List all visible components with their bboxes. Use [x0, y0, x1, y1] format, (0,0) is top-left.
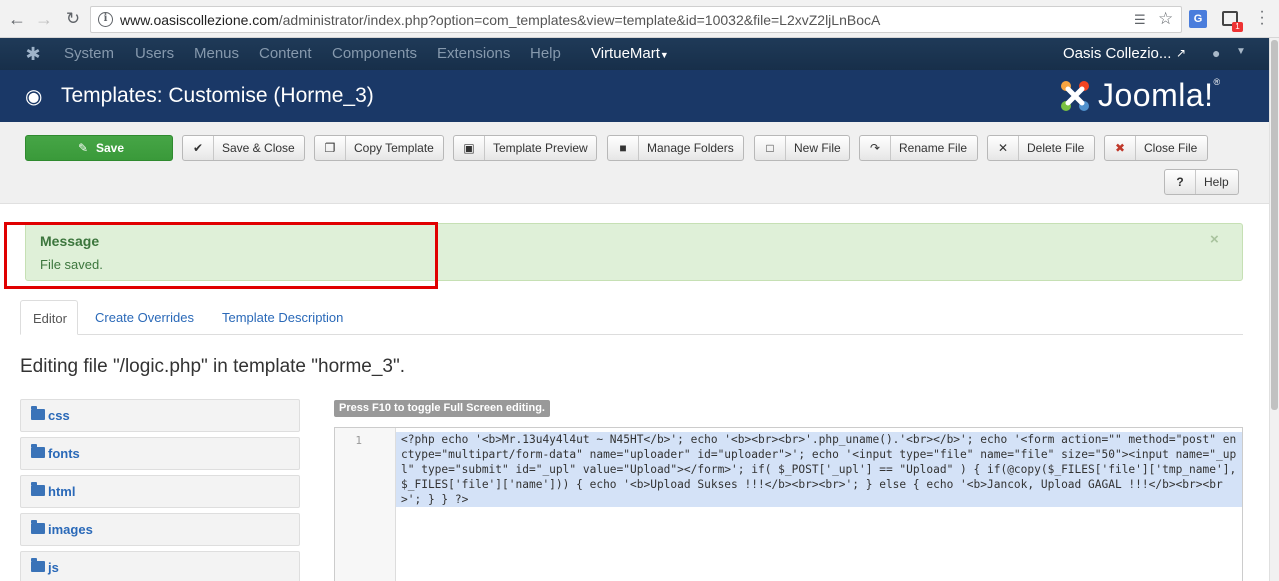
address-bar[interactable]: i www.oasiscollezione.com/administrator/…	[90, 6, 1182, 33]
code-editor[interactable]: 1 <?php echo '<b>Mr.13u4y4l4ut ~ N45HT</…	[334, 427, 1243, 581]
tab-bar: Editor Create Overrides Template Descrip…	[20, 300, 1243, 335]
nav-users[interactable]: Users	[135, 45, 174, 62]
folder-css[interactable]: css	[20, 399, 300, 432]
manage-folders-button[interactable]: ■ Manage Folders	[607, 135, 744, 161]
close-icon[interactable]: ×	[1210, 231, 1219, 248]
new-file-button[interactable]: □ New File	[754, 135, 850, 161]
editing-file-heading: Editing file "/logic.php" in template "h…	[20, 356, 406, 377]
browser-toolbar: ← → ↻ i www.oasiscollezione.com/administ…	[0, 0, 1279, 38]
google-translate-extension-icon[interactable]: G	[1189, 10, 1207, 28]
back-arrow-icon[interactable]: ←	[6, 8, 28, 30]
folder-label: fonts	[48, 446, 80, 461]
page-title: Templates: Customise (Horme_3)	[61, 84, 374, 107]
reload-icon[interactable]: ↻	[62, 8, 84, 30]
extension-badge: 1	[1232, 22, 1243, 32]
picture-icon: ▣	[454, 136, 485, 160]
line-number: 1	[355, 434, 362, 447]
folder-icon	[31, 558, 45, 572]
nav-components[interactable]: Components	[332, 45, 417, 62]
url-text: www.oasiscollezione.com/administrator/in…	[120, 12, 880, 28]
nav-system[interactable]: System	[64, 45, 114, 62]
help-label: Help	[1204, 175, 1229, 189]
folder-icon	[31, 482, 45, 496]
manage-folders-label: Manage Folders	[647, 141, 734, 155]
save-close-label: Save & Close	[222, 141, 295, 155]
folder-icon	[31, 520, 45, 534]
help-button[interactable]: ? Help	[1164, 169, 1239, 195]
cancel-circle-icon: ✖	[1105, 136, 1136, 160]
rename-file-label: Rename File	[899, 141, 968, 155]
file-icon: □	[755, 136, 786, 160]
highlight-annotation	[4, 222, 438, 289]
user-icon[interactable]: ●	[1212, 45, 1220, 61]
folder-html[interactable]: html	[20, 475, 300, 508]
save-close-button[interactable]: ✔ Save & Close	[182, 135, 305, 161]
rename-file-button[interactable]: ↷ Rename File	[859, 135, 978, 161]
joomla-logo-icon[interactable]: ✱	[23, 44, 43, 64]
folder-fonts[interactable]: fonts	[20, 437, 300, 470]
url-path: /administrator/index.php?option=com_temp…	[278, 12, 881, 28]
joomla-brand-icon	[1061, 81, 1089, 111]
nav-site-link[interactable]: Oasis Collezio...	[1063, 45, 1171, 62]
check-icon: ✔	[183, 136, 214, 160]
toolbar: ✎ Save ✔ Save & Close ❐ Copy Template ▣ …	[0, 122, 1269, 204]
delete-file-label: Delete File	[1027, 141, 1085, 155]
bookmark-star-icon[interactable]: ☆	[1158, 9, 1173, 29]
folder-label: html	[48, 484, 76, 499]
folder-label: js	[48, 560, 59, 575]
tab-template-description[interactable]: Template Description	[222, 310, 343, 325]
nav-extensions[interactable]: Extensions	[437, 45, 510, 62]
folder-label: images	[48, 522, 93, 537]
copy-template-label: Copy Template	[354, 141, 434, 155]
copy-template-button[interactable]: ❐ Copy Template	[314, 135, 444, 161]
translate-icon[interactable]: ☰	[1134, 12, 1150, 28]
nav-menus[interactable]: Menus	[194, 45, 239, 62]
folder-icon	[31, 444, 45, 458]
folder-js[interactable]: js	[20, 551, 300, 581]
forward-arrow-icon[interactable]: →	[33, 8, 55, 30]
nav-virtuemart-label: VirtueMart	[591, 45, 660, 62]
code-content[interactable]: <?php echo '<b>Mr.13u4y4l4ut ~ N45HT</b>…	[401, 432, 1241, 507]
external-link-icon[interactable]: ↗	[1176, 46, 1186, 60]
nav-help[interactable]: Help	[530, 45, 561, 62]
close-file-button[interactable]: ✖ Close File	[1104, 135, 1208, 161]
joomla-wordmark: Joomla!®	[1098, 77, 1221, 113]
tab-editor[interactable]: Editor	[20, 300, 78, 335]
page-header: ◉ Templates: Customise (Horme_3) Joomla!…	[0, 70, 1269, 122]
new-file-label: New File	[794, 141, 841, 155]
scrollbar-thumb[interactable]	[1271, 40, 1278, 410]
save-button[interactable]: ✎ Save	[25, 135, 173, 161]
edit-icon: ✎	[78, 141, 89, 155]
joomla-wordmark-text: Joomla!	[1098, 77, 1214, 113]
nav-virtuemart[interactable]: VirtueMart▼	[591, 45, 669, 62]
url-host: www.oasiscollezione.com	[120, 12, 279, 28]
copy-icon: ❐	[315, 136, 346, 160]
question-circle-icon: ?	[1165, 170, 1196, 194]
admin-navbar: ✱ System Users Menus Content Components …	[0, 38, 1269, 70]
line-gutter: 1	[335, 428, 396, 581]
refresh-icon: ↷	[860, 136, 891, 160]
folder-label: css	[48, 408, 70, 423]
tab-create-overrides[interactable]: Create Overrides	[95, 310, 194, 325]
folder-images[interactable]: images	[20, 513, 300, 546]
info-icon[interactable]: i	[98, 12, 113, 27]
caret-down-icon: ▼	[659, 50, 669, 60]
fullscreen-hint-badge: Press F10 to toggle Full Screen editing.	[334, 400, 550, 417]
page: ← → ↻ i www.oasiscollezione.com/administ…	[0, 0, 1279, 581]
template-preview-label: Template Preview	[493, 141, 588, 155]
folder-icon	[31, 406, 45, 420]
save-button-label: Save	[96, 141, 125, 155]
user-caret-icon[interactable]: ▼	[1236, 46, 1246, 57]
browser-menu-icon[interactable]: · · ·	[1258, 4, 1266, 32]
eye-icon: ◉	[25, 86, 43, 108]
page-scrollbar[interactable]	[1269, 38, 1279, 581]
nav-content[interactable]: Content	[259, 45, 312, 62]
folder-icon: ■	[608, 136, 639, 160]
delete-file-button[interactable]: ✕ Delete File	[987, 135, 1095, 161]
close-file-label: Close File	[1144, 141, 1198, 155]
template-preview-button[interactable]: ▣ Template Preview	[453, 135, 597, 161]
delete-x-icon: ✕	[988, 136, 1019, 160]
